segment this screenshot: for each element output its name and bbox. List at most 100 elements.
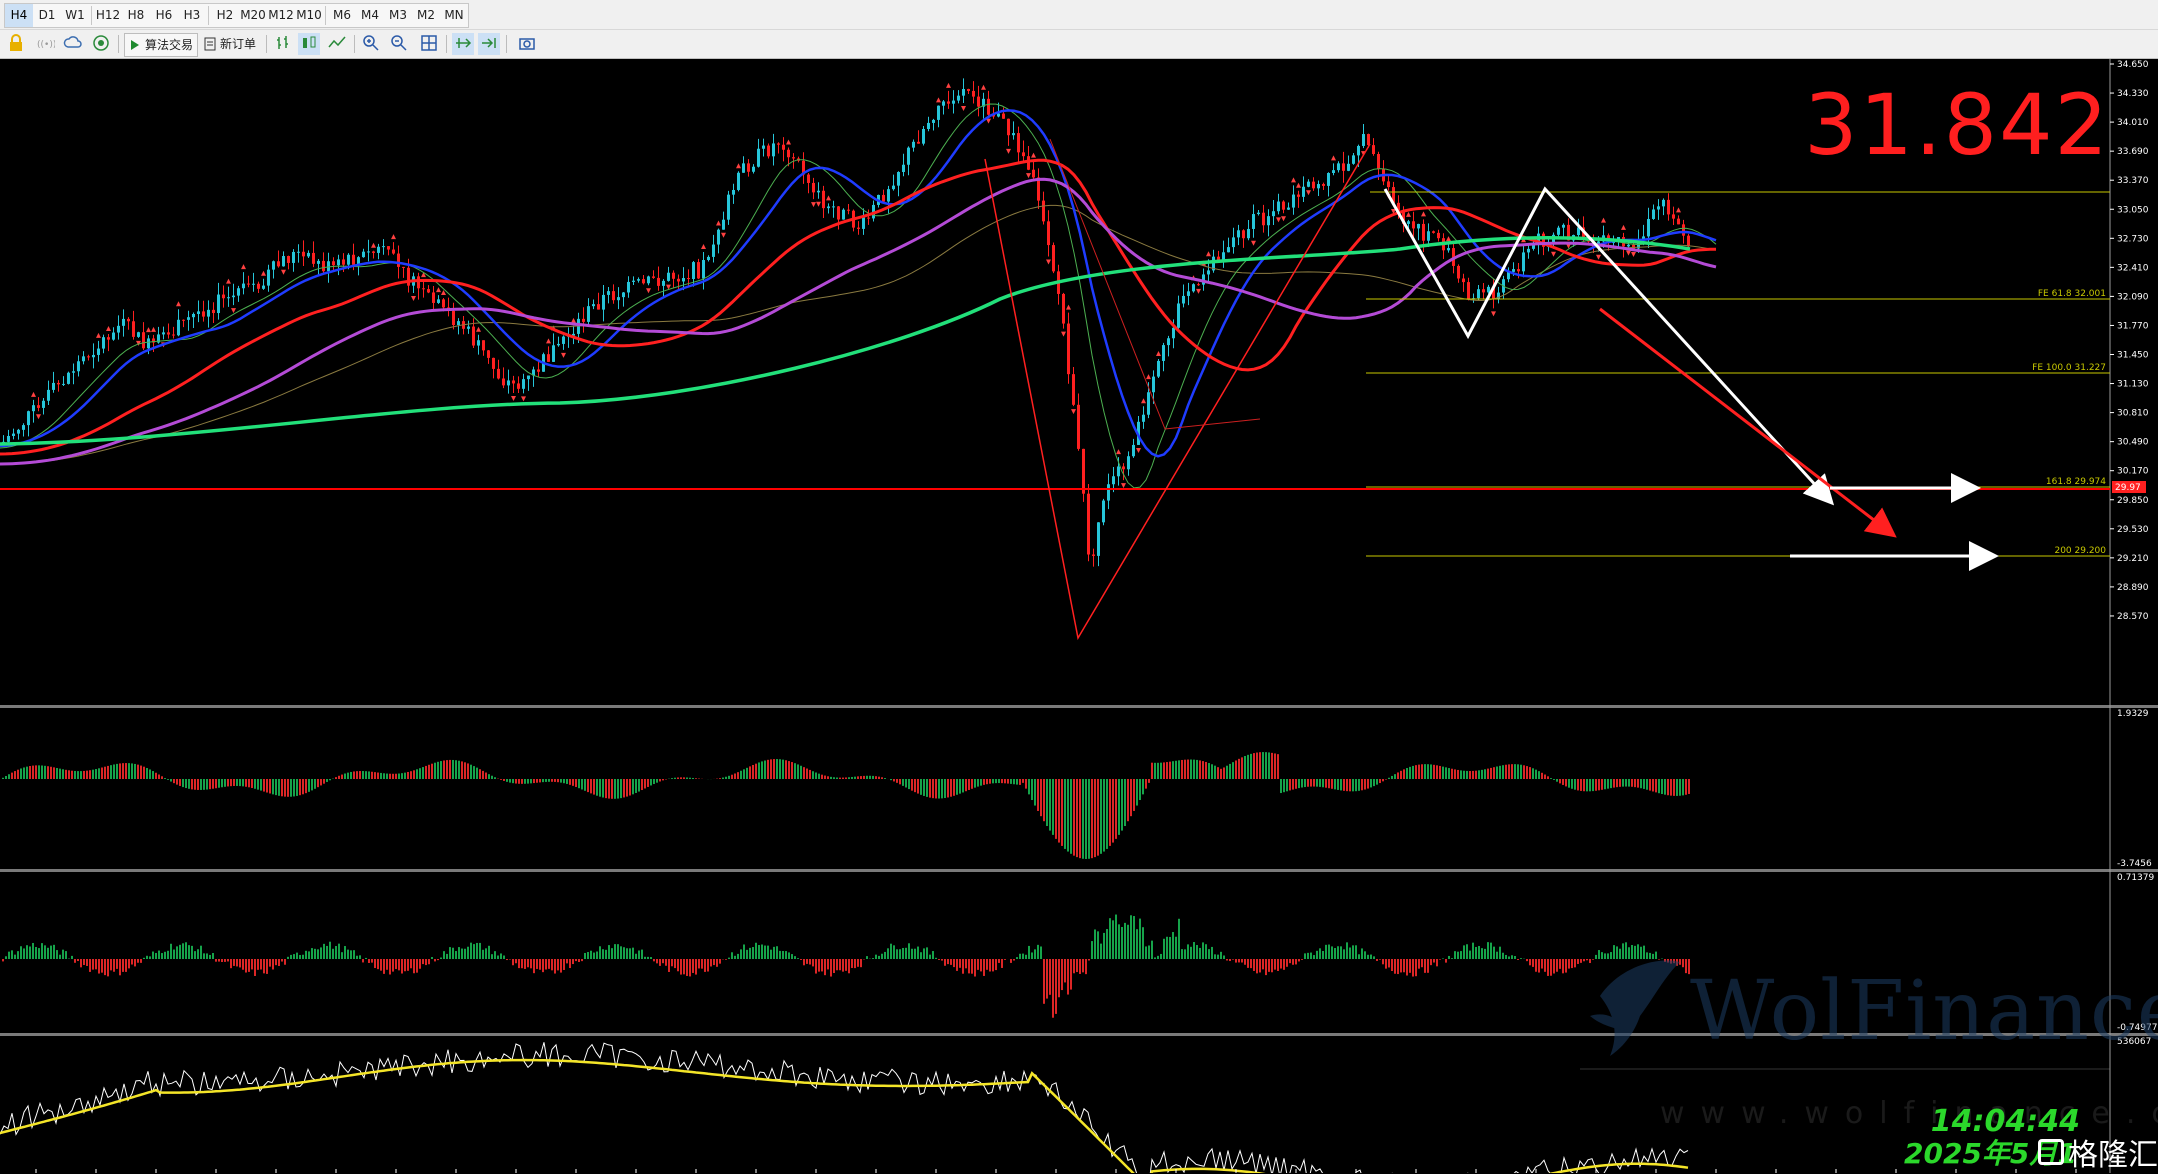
timeframe-h3[interactable]: H3: [178, 4, 206, 27]
macd-bar: [416, 769, 418, 779]
osc-bar: [881, 954, 883, 959]
osc-bar: [485, 948, 487, 959]
osc-bar: [821, 959, 823, 971]
shift-icon[interactable]: [478, 33, 500, 55]
osc-bar: [182, 943, 184, 959]
timeframe-h4[interactable]: H4: [5, 4, 33, 27]
timeframe-h2[interactable]: H2: [211, 4, 239, 27]
new-order-button[interactable]: 新订单: [200, 33, 260, 55]
osc-bar: [8, 952, 10, 959]
candle-body: [1207, 270, 1210, 274]
timeframe-h8[interactable]: H8: [122, 4, 150, 27]
macd-bar: [854, 777, 856, 779]
timeframe-m3[interactable]: M3: [384, 4, 412, 27]
candles-icon[interactable]: [298, 33, 320, 55]
macd-bar: [194, 779, 196, 790]
macd-bar: [545, 779, 547, 782]
candle-body: [1312, 182, 1315, 189]
macd-bar: [1088, 779, 1090, 859]
zoom-out-icon[interactable]: [388, 33, 410, 55]
macd-bar: [125, 763, 127, 779]
axis-label: 33.050: [2117, 205, 2149, 215]
algo-trading-button[interactable]: 算法交易: [124, 33, 198, 57]
osc-bar: [1127, 925, 1129, 959]
macd-bar: [1133, 779, 1135, 811]
macd-bar: [1172, 761, 1174, 779]
osc-bar: [359, 955, 361, 959]
osc-bar: [1286, 959, 1288, 967]
macd-bar: [1037, 779, 1039, 811]
macd-bar: [365, 771, 367, 779]
osc-bar: [269, 959, 271, 967]
osc-bar: [944, 959, 946, 966]
timeframe-m4[interactable]: M4: [356, 4, 384, 27]
candle-body: [292, 252, 295, 263]
candle-body: [67, 373, 70, 384]
candle-body: [732, 190, 735, 195]
timeframe-d1[interactable]: D1: [33, 4, 61, 27]
timeframe-m20[interactable]: M20: [239, 4, 267, 27]
macd-bar: [278, 779, 280, 796]
candle-body: [272, 261, 275, 269]
timeframe-m12[interactable]: M12: [267, 4, 295, 27]
candle-body: [507, 380, 510, 385]
osc-bar: [764, 946, 766, 959]
osc-bar: [581, 959, 583, 961]
macd-bar: [53, 767, 55, 779]
osc-bar: [1340, 946, 1342, 959]
macd-bar: [770, 759, 772, 779]
osc-bar: [398, 959, 400, 970]
candle-body: [1332, 170, 1335, 173]
axis-label: 34.010: [2117, 118, 2149, 128]
macd-bar: [833, 777, 835, 779]
timeframe-mn[interactable]: MN: [440, 4, 468, 27]
macd-bar: [1619, 779, 1621, 787]
osc-bar: [1028, 946, 1030, 959]
osc-bar: [614, 944, 616, 959]
osc-bar: [671, 959, 673, 966]
macd-bar: [1421, 764, 1423, 779]
osc-bar: [1211, 947, 1213, 959]
timeframe-h12[interactable]: H12: [94, 4, 122, 27]
fractal-marker: [436, 287, 441, 292]
candle-body: [32, 405, 35, 411]
timeframe-h6[interactable]: H6: [150, 4, 178, 27]
globe-icon[interactable]: [90, 33, 112, 55]
macd-bar: [356, 771, 358, 779]
chart-bars-icon[interactable]: [272, 33, 294, 55]
osc-bar: [1394, 959, 1396, 974]
candle-body: [1377, 154, 1380, 169]
osc-bar: [1124, 923, 1126, 959]
timeframe-m6[interactable]: M6: [328, 4, 356, 27]
line-chart-icon[interactable]: [326, 33, 348, 55]
cloud-icon[interactable]: [62, 33, 84, 55]
svg-text:((•)): ((•)): [37, 40, 55, 50]
osc-bar: [1466, 944, 1468, 959]
macd-bar: [140, 766, 142, 779]
projection-arrow-red[interactable]: [1600, 309, 1892, 534]
candle-body: [547, 354, 550, 362]
macd-bar: [476, 768, 478, 779]
macd-bar: [959, 779, 961, 794]
macd-bar: [1553, 779, 1555, 780]
macd-bar: [971, 779, 973, 789]
candles[interactable]: [2, 78, 1690, 566]
zoom-in-icon[interactable]: [360, 33, 382, 55]
order-icon: [204, 37, 216, 51]
fractal-marker: [1046, 260, 1051, 265]
autoscroll-icon[interactable]: [452, 33, 474, 55]
macd-bar: [965, 779, 967, 791]
signal-icon[interactable]: ((•)): [34, 33, 56, 55]
osc-bar: [230, 959, 232, 968]
macd-bar: [482, 771, 484, 779]
grid-icon[interactable]: [418, 33, 440, 55]
timeframe-w1[interactable]: W1: [61, 4, 89, 27]
macd-bar: [209, 779, 211, 789]
timeframe-m2[interactable]: M2: [412, 4, 440, 27]
screenshot-icon[interactable]: [516, 33, 538, 55]
osc-bar: [959, 959, 961, 968]
macd-bar: [767, 760, 769, 779]
drawn-objects[interactable]: [0, 139, 2110, 638]
lock-icon[interactable]: [6, 33, 26, 55]
timeframe-m10[interactable]: M10: [295, 4, 323, 27]
